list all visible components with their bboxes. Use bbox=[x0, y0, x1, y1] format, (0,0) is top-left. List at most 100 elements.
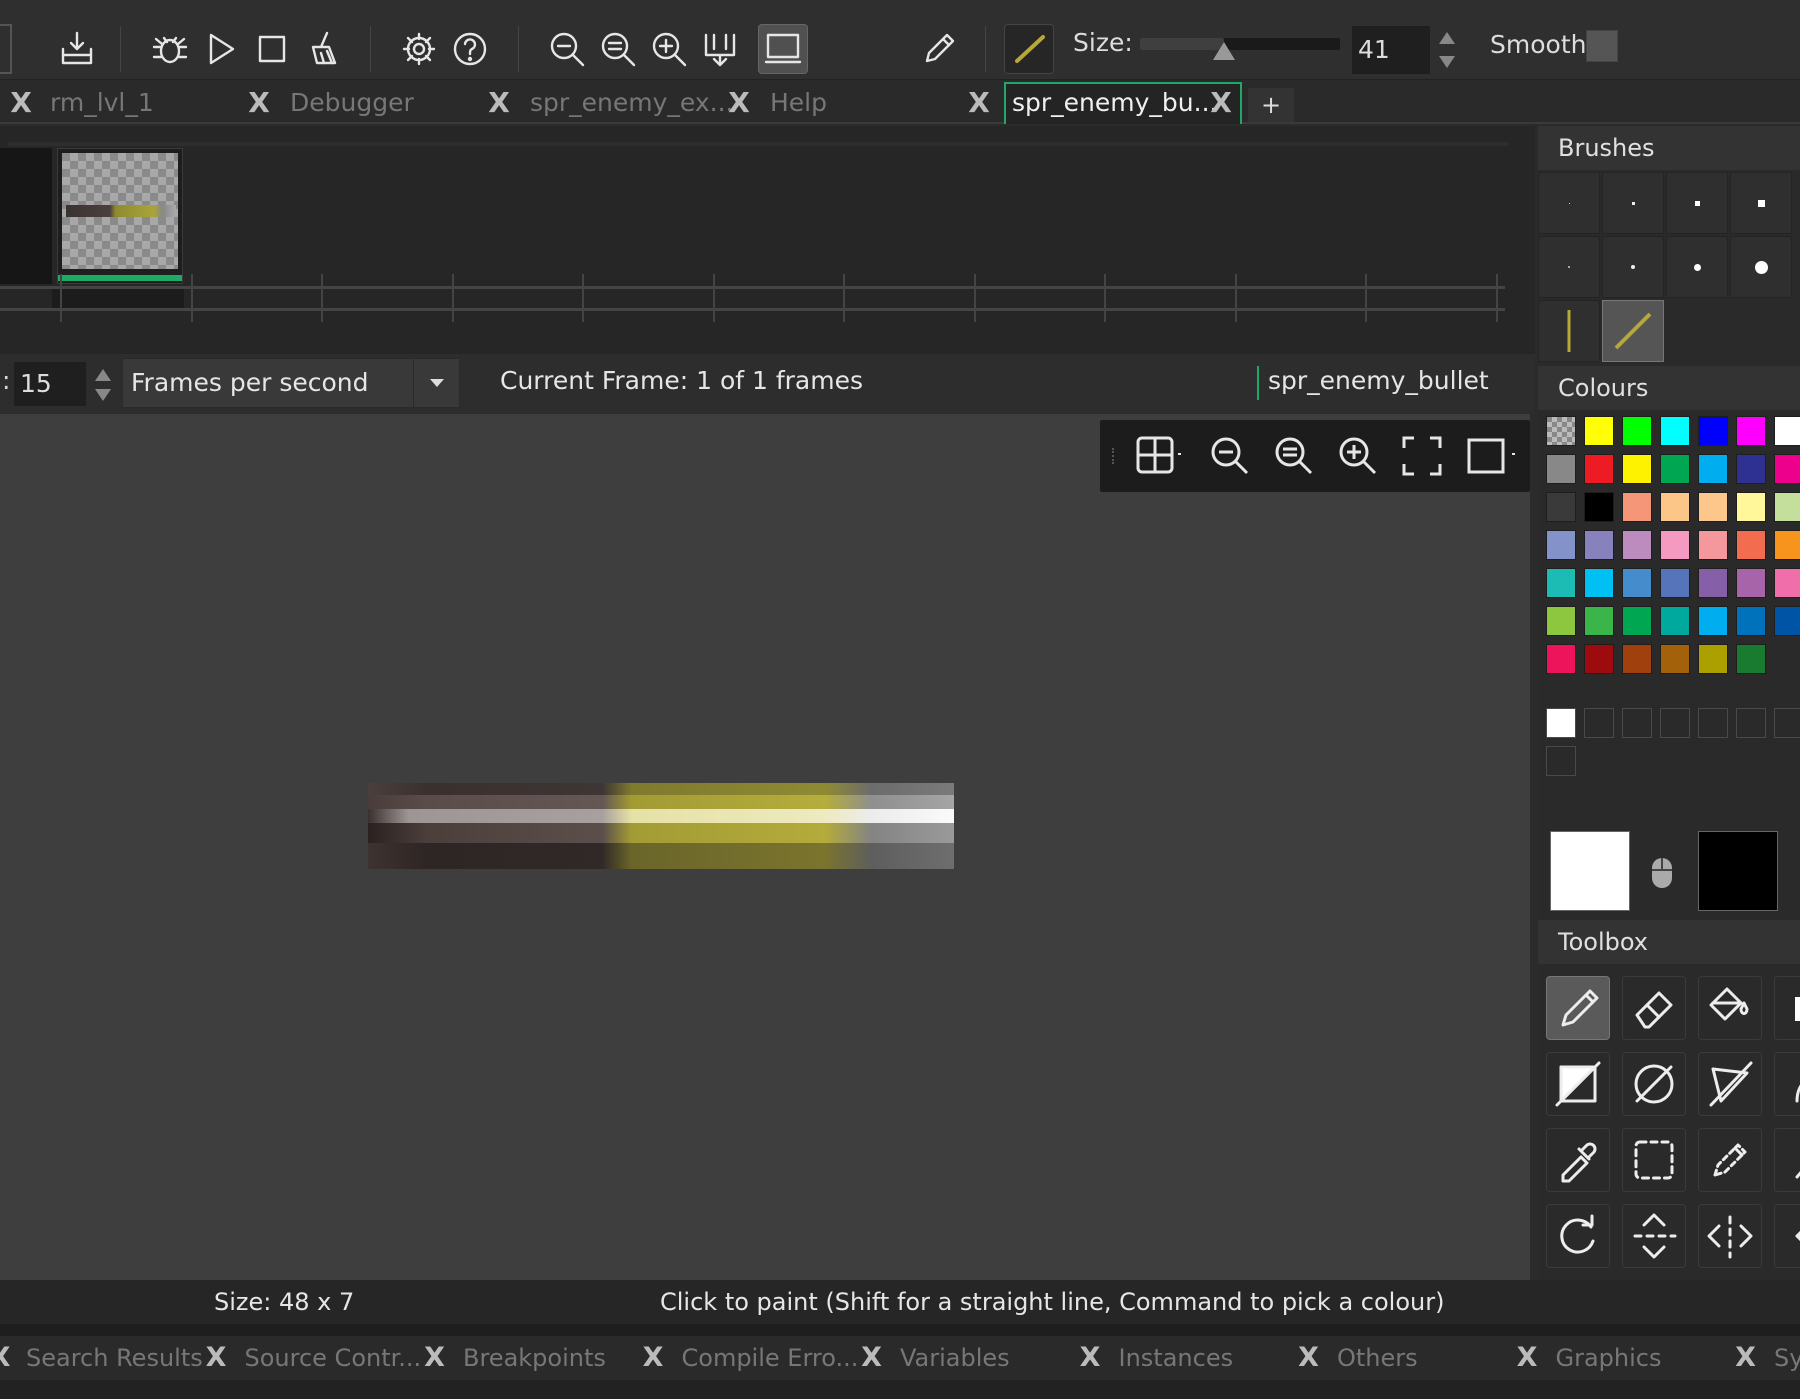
colour-swatch[interactable] bbox=[1736, 530, 1766, 560]
speed-unit-dropdown[interactable]: Frames per second bbox=[122, 358, 460, 408]
colour-swatch[interactable] bbox=[1774, 416, 1800, 446]
colour-swatch[interactable] bbox=[1698, 606, 1728, 636]
colour-swatch[interactable] bbox=[1774, 454, 1800, 484]
output-tab-close-button[interactable]: X bbox=[421, 1336, 449, 1380]
pencil-tool[interactable] bbox=[1546, 976, 1610, 1040]
colour-swatch[interactable] bbox=[1584, 492, 1614, 522]
colour-swatch[interactable] bbox=[1546, 568, 1576, 598]
custom-colour-slot[interactable] bbox=[1774, 708, 1800, 738]
tab-spr-enemy-bullet[interactable]: spr_enemy_bu... bbox=[1006, 84, 1217, 122]
size-increment[interactable] bbox=[1436, 28, 1458, 48]
output-tab-close-button[interactable]: X bbox=[858, 1336, 886, 1380]
output-tab-close-button[interactable]: X bbox=[202, 1336, 230, 1380]
pencil-tool-button[interactable] bbox=[914, 24, 964, 74]
colour-swatch[interactable] bbox=[1698, 530, 1728, 560]
colour-swatch[interactable] bbox=[1660, 454, 1690, 484]
tab-spr-enemy-ex[interactable]: spr_enemy_ex... bbox=[524, 84, 734, 122]
preferences-button[interactable] bbox=[394, 24, 444, 74]
brush-3px-square[interactable] bbox=[1666, 172, 1728, 234]
polygon-tool[interactable] bbox=[1698, 1052, 1762, 1116]
tab-help[interactable]: Help bbox=[764, 84, 964, 122]
colour-swatch[interactable] bbox=[1660, 530, 1690, 560]
colour-swatch[interactable] bbox=[1698, 454, 1728, 484]
flip-vertical-tool[interactable] bbox=[1622, 1204, 1686, 1268]
tab-close-button[interactable]: X bbox=[244, 84, 274, 122]
tab-close-button[interactable]: X bbox=[1206, 84, 1236, 122]
fit-window-button[interactable] bbox=[695, 24, 745, 74]
move-tool[interactable] bbox=[1774, 1204, 1800, 1268]
brush-3px-round[interactable] bbox=[1666, 236, 1728, 298]
colour-swatch[interactable] bbox=[1584, 416, 1614, 446]
fill-tool[interactable] bbox=[1698, 976, 1762, 1040]
output-tab[interactable]: Compile Erro... bbox=[682, 1336, 862, 1380]
line-tool[interactable] bbox=[1774, 1128, 1800, 1192]
canvas-zoom-out-button[interactable] bbox=[1204, 430, 1256, 482]
colour-swatch[interactable] bbox=[1546, 644, 1576, 674]
colour-swatch[interactable] bbox=[1736, 454, 1766, 484]
select-tool[interactable] bbox=[1622, 1128, 1686, 1192]
ellipse-tool[interactable] bbox=[1622, 1052, 1686, 1116]
custom-colour-slot[interactable] bbox=[1660, 708, 1690, 738]
brush-1px-round[interactable] bbox=[1538, 236, 1600, 298]
output-tab[interactable]: Source Contr... bbox=[245, 1336, 425, 1380]
help-button[interactable] bbox=[445, 24, 495, 74]
zoom-in-button[interactable] bbox=[644, 24, 694, 74]
colour-swatch[interactable] bbox=[1584, 530, 1614, 560]
colour-swatch[interactable] bbox=[1622, 416, 1652, 446]
tab-close-button[interactable]: X bbox=[964, 84, 994, 122]
colour-swatch[interactable] bbox=[1736, 492, 1766, 522]
lasso-tool[interactable] bbox=[1698, 1128, 1762, 1192]
colour-swatch[interactable] bbox=[1546, 454, 1576, 484]
tab-add-button[interactable]: + bbox=[1248, 88, 1294, 122]
speed-decrement[interactable] bbox=[92, 386, 114, 404]
sprite-canvas[interactable] bbox=[0, 414, 1530, 1280]
tab-close-button[interactable]: X bbox=[484, 84, 514, 122]
colour-swatch[interactable] bbox=[1622, 606, 1652, 636]
colour-swatch[interactable] bbox=[1622, 568, 1652, 598]
brush-4px-round[interactable] bbox=[1730, 236, 1792, 298]
zoom-reset-button[interactable] bbox=[593, 24, 643, 74]
output-tab-close-button[interactable]: X bbox=[639, 1336, 667, 1380]
zoom-out-button[interactable] bbox=[542, 24, 592, 74]
brush-2px-square[interactable] bbox=[1602, 172, 1664, 234]
output-tab[interactable]: Sy bbox=[1774, 1336, 1800, 1380]
colour-swatch[interactable] bbox=[1736, 568, 1766, 598]
output-tab-close-button[interactable]: X bbox=[1513, 1336, 1541, 1380]
brush-2px-round[interactable] bbox=[1602, 236, 1664, 298]
brush-4px-square[interactable] bbox=[1730, 172, 1792, 234]
tab-rm-lvl-1[interactable]: rm_lvl_1 bbox=[44, 84, 244, 122]
colour-picker-tool[interactable] bbox=[1546, 1128, 1610, 1192]
output-tab[interactable]: Others bbox=[1337, 1336, 1517, 1380]
colour-swatch[interactable] bbox=[1774, 492, 1800, 522]
colour-swatch[interactable] bbox=[1660, 606, 1690, 636]
output-tab[interactable]: Variables bbox=[900, 1336, 1080, 1380]
clean-button[interactable] bbox=[298, 24, 348, 74]
dropdown-arrow[interactable] bbox=[413, 359, 459, 407]
colour-swatch[interactable] bbox=[1698, 416, 1728, 446]
tab-close-button[interactable]: X bbox=[6, 84, 36, 122]
fill-rectangle-tool[interactable] bbox=[1546, 1052, 1610, 1116]
colour-swatch[interactable] bbox=[1584, 606, 1614, 636]
secondary-colour-swatch[interactable] bbox=[1698, 831, 1778, 911]
canvas-background-button[interactable] bbox=[1462, 430, 1522, 482]
target-display-button[interactable] bbox=[758, 24, 808, 74]
colour-swatch[interactable] bbox=[1622, 530, 1652, 560]
colour-swatch[interactable] bbox=[1698, 492, 1728, 522]
colour-swatch[interactable] bbox=[1736, 606, 1766, 636]
custom-colour-slot[interactable] bbox=[1546, 708, 1576, 738]
size-slider-knob[interactable] bbox=[1213, 42, 1235, 60]
colour-swatch[interactable] bbox=[1546, 606, 1576, 636]
colour-swatch[interactable] bbox=[1736, 644, 1766, 674]
output-tab[interactable]: Search Results bbox=[26, 1336, 206, 1380]
arc-tool[interactable] bbox=[1774, 1052, 1800, 1116]
colour-swatch[interactable] bbox=[1774, 568, 1800, 598]
colour-swatch[interactable] bbox=[1546, 492, 1576, 522]
colour-swatch[interactable] bbox=[1660, 416, 1690, 446]
size-decrement[interactable] bbox=[1436, 52, 1458, 72]
colour-swatch[interactable] bbox=[1660, 568, 1690, 598]
custom-colour-slot[interactable] bbox=[1622, 708, 1652, 738]
drag-handle[interactable] bbox=[1112, 448, 1116, 464]
brush-custom-bullet[interactable] bbox=[1602, 300, 1664, 362]
output-tab-close-button[interactable]: X bbox=[1295, 1336, 1323, 1380]
tab-debugger[interactable]: Debugger bbox=[284, 84, 484, 122]
